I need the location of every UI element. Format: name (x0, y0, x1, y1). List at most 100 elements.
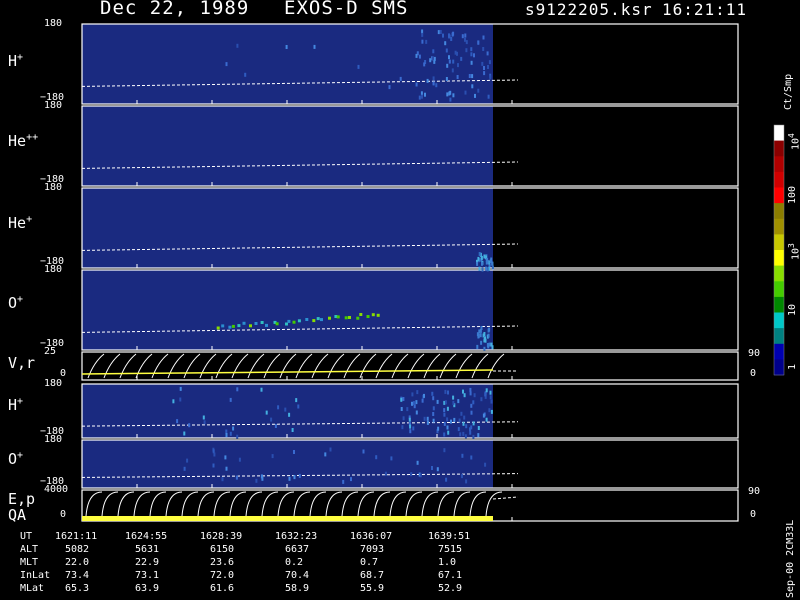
panel-4-count-pixel (275, 322, 279, 326)
panel-4-heatmap (82, 270, 493, 350)
colorbar-segment (774, 281, 784, 298)
colorbar-segment (774, 156, 784, 173)
panel-6-count-pixel (464, 434, 467, 439)
panel-1-count-pixel (448, 33, 450, 38)
panel-7-count-pixel (410, 472, 413, 477)
panel-6-count-pixel (203, 420, 206, 425)
plot-canvas (81, 23, 785, 522)
panel-6-count-pixel (179, 386, 182, 391)
panel-1-count-pixel (418, 54, 421, 59)
colorbar-tick: 100 (787, 185, 798, 204)
panel-6-count-pixel (489, 390, 492, 395)
panel-1-count-pixel (486, 51, 489, 56)
panel-1-count-pixel (487, 94, 490, 99)
colorbar-segment (774, 312, 784, 329)
panel-1-count-pixel (477, 88, 480, 93)
panel-8-rtick-bottom: 0 (750, 509, 757, 520)
panel-4-count-pixel (488, 327, 491, 332)
table-cell: 6637 (285, 544, 310, 555)
plot-date: Dec 22, 1989 (100, 0, 250, 19)
panel-6-count-pixel (463, 393, 466, 398)
panel-4-count-pixel (348, 316, 351, 319)
panel-6-count-pixel (406, 407, 409, 412)
panel-7-count-pixel (445, 477, 448, 482)
panel-6-count-pixel (477, 426, 480, 430)
panel-6-count-pixel (469, 391, 472, 396)
panel-4-count-pixel (359, 313, 363, 316)
panel-5-label: V,r (8, 354, 36, 372)
panel-6-count-pixel (444, 400, 447, 405)
panel-1-count-pixel (460, 56, 463, 61)
panel-6-count-pixel (415, 410, 418, 415)
panel-4-count-pixel (487, 344, 490, 349)
panel-6-count-pixel (432, 406, 435, 411)
table-cell: 1624:55 (125, 531, 168, 542)
table-cell: 1632:23 (275, 531, 318, 542)
panel-1-count-pixel (446, 92, 449, 97)
panel-1-count-pixel (452, 93, 455, 98)
panel-4-count-pixel (228, 325, 232, 329)
panel-8-rtick-top: 90 (748, 486, 761, 497)
panel-4-label: O+ (8, 294, 24, 312)
panel-6-count-pixel (236, 434, 239, 439)
table-cell: 0.7 (360, 557, 379, 568)
table-cell: 7093 (360, 544, 385, 555)
panel-4-count-pixel (287, 319, 291, 323)
panel-6-count-pixel (432, 418, 435, 423)
panel-4-count-pixel (221, 324, 225, 328)
panel-5-rtick-top: 90 (748, 348, 761, 359)
panel-1-count-pixel (452, 59, 455, 64)
panel-6-count-pixel (443, 412, 446, 417)
panel-6-count-pixel (490, 399, 493, 404)
panel-4-count-pixel (366, 315, 370, 318)
panel-1-count-pixel (457, 63, 459, 68)
panel-1-count-pixel (451, 68, 454, 73)
panel-1-count-pixel (465, 40, 468, 45)
panel-6-count-pixel (443, 432, 446, 437)
table-cell: 65.3 (65, 583, 90, 594)
colorbar-segment (774, 328, 784, 345)
panel-7-count-pixel (416, 460, 419, 465)
panel-1-count-pixel (445, 48, 448, 53)
panel-8-ytick-top: 4000 (44, 484, 69, 495)
panel-1-count-pixel (464, 33, 467, 38)
panel-1-count-pixel (415, 82, 418, 87)
panel-7-count-pixel (324, 452, 327, 457)
panel-6-count-pixel (411, 392, 414, 397)
panel-4-count-pixel (483, 346, 486, 351)
panel-1-heatmap (82, 24, 493, 104)
panel-6-count-pixel (472, 434, 475, 439)
panel-7-count-pixel (288, 476, 291, 481)
panel-4-count-pixel (316, 317, 320, 321)
panel-3-count-pixel (491, 265, 494, 270)
panel-4-count-pixel (344, 316, 348, 320)
panel-6-count-pixel (488, 408, 491, 413)
panel-6-count-pixel (409, 424, 412, 429)
panel-6-count-pixel (458, 418, 461, 423)
panel-1-count-pixel (464, 90, 467, 95)
quality-flag-bar (82, 516, 493, 521)
colorbar-segment (774, 234, 784, 251)
table-cell: 58.9 (285, 583, 310, 594)
table-cell: 5082 (65, 544, 90, 555)
panel-1-count-pixel (424, 92, 426, 97)
panel-1-count-pixel (429, 58, 432, 63)
table-row-label: MLat (20, 583, 45, 594)
panel-6-count-pixel (291, 428, 294, 432)
panel-6-count-pixel (431, 391, 434, 396)
colorbar-tick: 103 (787, 243, 800, 260)
table-cell: 7515 (438, 544, 463, 555)
table-row-label: InLat (20, 570, 51, 581)
panel-6-count-pixel (480, 397, 483, 402)
colorbar-tick: 1 (787, 363, 798, 370)
panel-1-ytick-top: 180 (44, 18, 63, 29)
panel-1-count-pixel (468, 74, 471, 78)
panel-6-count-pixel (473, 393, 476, 398)
panel-7-count-pixel (213, 452, 216, 457)
panel-1-count-pixel (313, 44, 316, 49)
panel-6-count-pixel (462, 389, 464, 394)
panel-6-count-pixel (172, 399, 175, 404)
panel-6-count-pixel (443, 421, 446, 426)
panel-4-count-pixel (285, 322, 288, 326)
panel-1-count-pixel (399, 76, 402, 81)
